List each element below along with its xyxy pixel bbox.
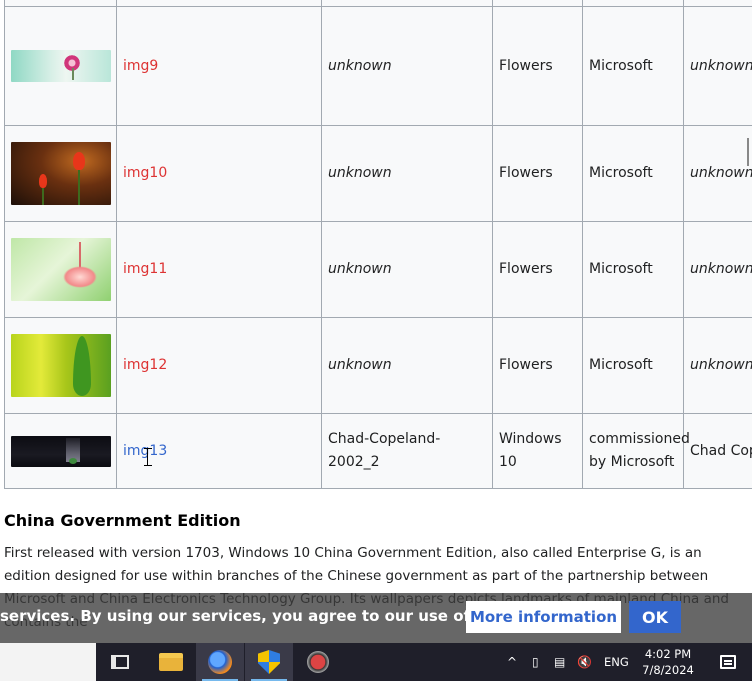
taskbar: ^ ▯ ▤ 🔇 ENG 4:02 PM 7/8/2024 xyxy=(0,643,752,681)
clock-date: 7/8/2024 xyxy=(642,663,694,677)
app-icon xyxy=(307,651,329,673)
thumbnail-cell xyxy=(4,413,117,489)
name-cell: img12 xyxy=(116,317,322,414)
source-cell: commissioned by Microsoft xyxy=(582,413,690,489)
table-row: img9 unknown Flowers Microsoft unknown xyxy=(4,6,752,126)
license-cell: unknown xyxy=(683,6,752,126)
notification-center-button[interactable] xyxy=(704,643,752,681)
name-cell: img10 xyxy=(116,125,322,222)
license-cell: Chad Cop xyxy=(683,413,752,489)
author-cell: Chad-Copeland-2002_2 xyxy=(321,413,493,489)
category-cell: Flowers xyxy=(492,6,583,126)
image-link[interactable]: img9 xyxy=(123,58,158,74)
security-button[interactable] xyxy=(245,643,293,681)
thumbnail-cell xyxy=(4,6,117,126)
notification-icon xyxy=(720,655,736,669)
firefox-icon xyxy=(208,650,232,674)
volume-muted-icon[interactable]: 🔇 xyxy=(577,643,595,681)
thumbnail-img13[interactable] xyxy=(11,435,111,467)
thumbnail-img12[interactable] xyxy=(11,334,111,397)
language-indicator[interactable]: ENG xyxy=(604,643,634,681)
source-cell: Microsoft xyxy=(582,221,684,318)
app-button[interactable] xyxy=(294,643,342,681)
table-row: img10 unknown Flowers Microsoft unknown xyxy=(4,125,752,222)
license-cell: unknown xyxy=(683,317,752,414)
cookie-banner: services. By using our services, you agr… xyxy=(0,593,752,643)
table-row: img13 Chad-Copeland-2002_2 Windows 10 co… xyxy=(4,413,752,489)
network-icon[interactable]: ▤ xyxy=(554,643,570,681)
chevron-up-icon[interactable]: ^ xyxy=(507,643,523,681)
category-cell: Windows 10 xyxy=(492,413,583,489)
category-cell: Flowers xyxy=(492,317,583,414)
image-link[interactable]: img11 xyxy=(123,261,167,277)
scrollbar-thumb[interactable] xyxy=(747,138,749,166)
section-heading: China Government Edition xyxy=(4,511,241,530)
category-cell: Flowers xyxy=(492,125,583,222)
image-link[interactable]: img13 xyxy=(123,443,167,459)
wallpaper-table: img9 unknown Flowers Microsoft unknown i… xyxy=(4,0,752,489)
file-explorer-button[interactable] xyxy=(147,643,195,681)
author-cell: unknown xyxy=(321,6,493,126)
source-cell: Microsoft xyxy=(582,125,684,222)
taskbar-search-area[interactable] xyxy=(0,643,96,681)
source-cell: Microsoft xyxy=(582,317,684,414)
table-row: img11 unknown Flowers Microsoft unknown xyxy=(4,221,752,318)
task-view-icon xyxy=(111,655,129,669)
name-cell: img11 xyxy=(116,221,322,318)
category-cell: Flowers xyxy=(492,221,583,318)
author-cell: unknown xyxy=(321,317,493,414)
source-cell: Microsoft xyxy=(582,6,684,126)
name-cell: img9 xyxy=(116,6,322,126)
author-cell: unknown xyxy=(321,125,493,222)
ok-button[interactable]: OK xyxy=(629,601,681,633)
author-cell: unknown xyxy=(321,221,493,318)
thumbnail-img11[interactable] xyxy=(11,238,111,301)
clock-time: 4:02 PM xyxy=(644,647,692,661)
license-cell: unknown xyxy=(683,221,752,318)
folder-icon xyxy=(159,653,183,671)
clock[interactable]: 4:02 PM 7/8/2024 xyxy=(640,646,696,678)
thumbnail-img10[interactable] xyxy=(11,142,111,205)
usb-icon[interactable]: ▯ xyxy=(532,643,544,681)
shield-icon xyxy=(258,650,280,674)
image-link[interactable]: img12 xyxy=(123,357,167,373)
firefox-button[interactable] xyxy=(196,643,244,681)
text-cursor-icon xyxy=(144,448,152,466)
thumbnail-img9[interactable] xyxy=(11,50,111,82)
thumbnail-cell xyxy=(4,221,117,318)
task-view-button[interactable] xyxy=(96,643,144,681)
license-cell: unknown xyxy=(683,125,752,222)
image-link[interactable]: img10 xyxy=(123,165,167,181)
cookie-text: services. By using our services, you agr… xyxy=(0,607,545,625)
thumbnail-cell xyxy=(4,125,117,222)
thumbnail-cell xyxy=(4,317,117,414)
table-row: img12 unknown Flowers Microsoft unknown xyxy=(4,317,752,414)
more-information-button[interactable]: More information xyxy=(466,601,621,633)
